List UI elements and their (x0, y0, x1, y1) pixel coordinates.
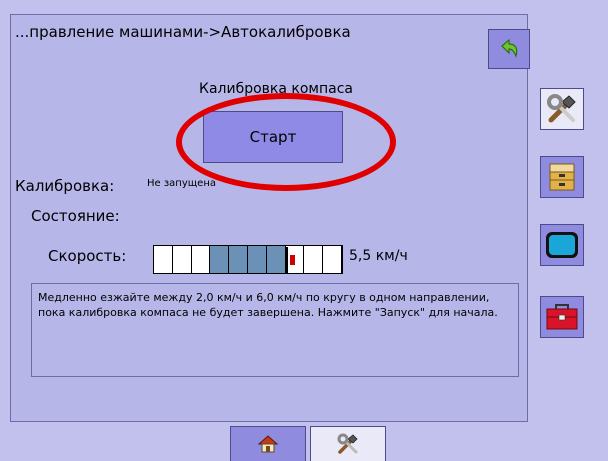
speed-segment (172, 246, 192, 273)
speed-bar (153, 245, 343, 274)
speed-segment (304, 246, 324, 273)
tools-icon (337, 433, 358, 454)
speed-indicator-dot (290, 255, 295, 265)
back-button[interactable] (488, 29, 530, 69)
speed-segment (210, 246, 230, 273)
main-panel: ...правление машинами->Автокалибровка Ка… (10, 14, 530, 422)
home-icon (257, 435, 279, 453)
speed-label: Скорость: (48, 247, 127, 265)
state-label: Состояние: (31, 207, 120, 225)
speed-value: 5,5 км/ч (349, 248, 408, 264)
display-icon (546, 232, 578, 258)
calibration-status: Не запущена (147, 178, 216, 189)
toolbox-button[interactable] (540, 296, 584, 338)
speed-marker (286, 247, 288, 274)
file-cabinet-button[interactable] (540, 156, 584, 198)
speed-segment (323, 246, 342, 273)
speed-segment (154, 246, 173, 273)
display-button[interactable] (540, 224, 584, 266)
speed-segment (191, 246, 211, 273)
start-button[interactable]: Старт (203, 111, 343, 163)
home-tab[interactable] (230, 426, 306, 461)
compass-calibration-title: Калибровка компаса (199, 81, 353, 97)
back-arrow-icon (501, 38, 518, 58)
speed-segment (266, 246, 286, 273)
speed-segment (247, 246, 267, 273)
breadcrumb: ...правление машинами->Автокалибровка (15, 23, 351, 41)
tools-icon (547, 94, 576, 123)
instructions-box: Медленно езжайте между 2,0 км/ч и 6,0 км… (31, 283, 519, 377)
speed-segment (229, 246, 248, 273)
file-cabinet-icon (549, 163, 575, 191)
toolbox-icon (546, 304, 578, 330)
calibration-label: Калибровка: (15, 177, 115, 195)
tools-tab-button[interactable] (540, 88, 584, 130)
tools-tab[interactable] (310, 426, 386, 461)
